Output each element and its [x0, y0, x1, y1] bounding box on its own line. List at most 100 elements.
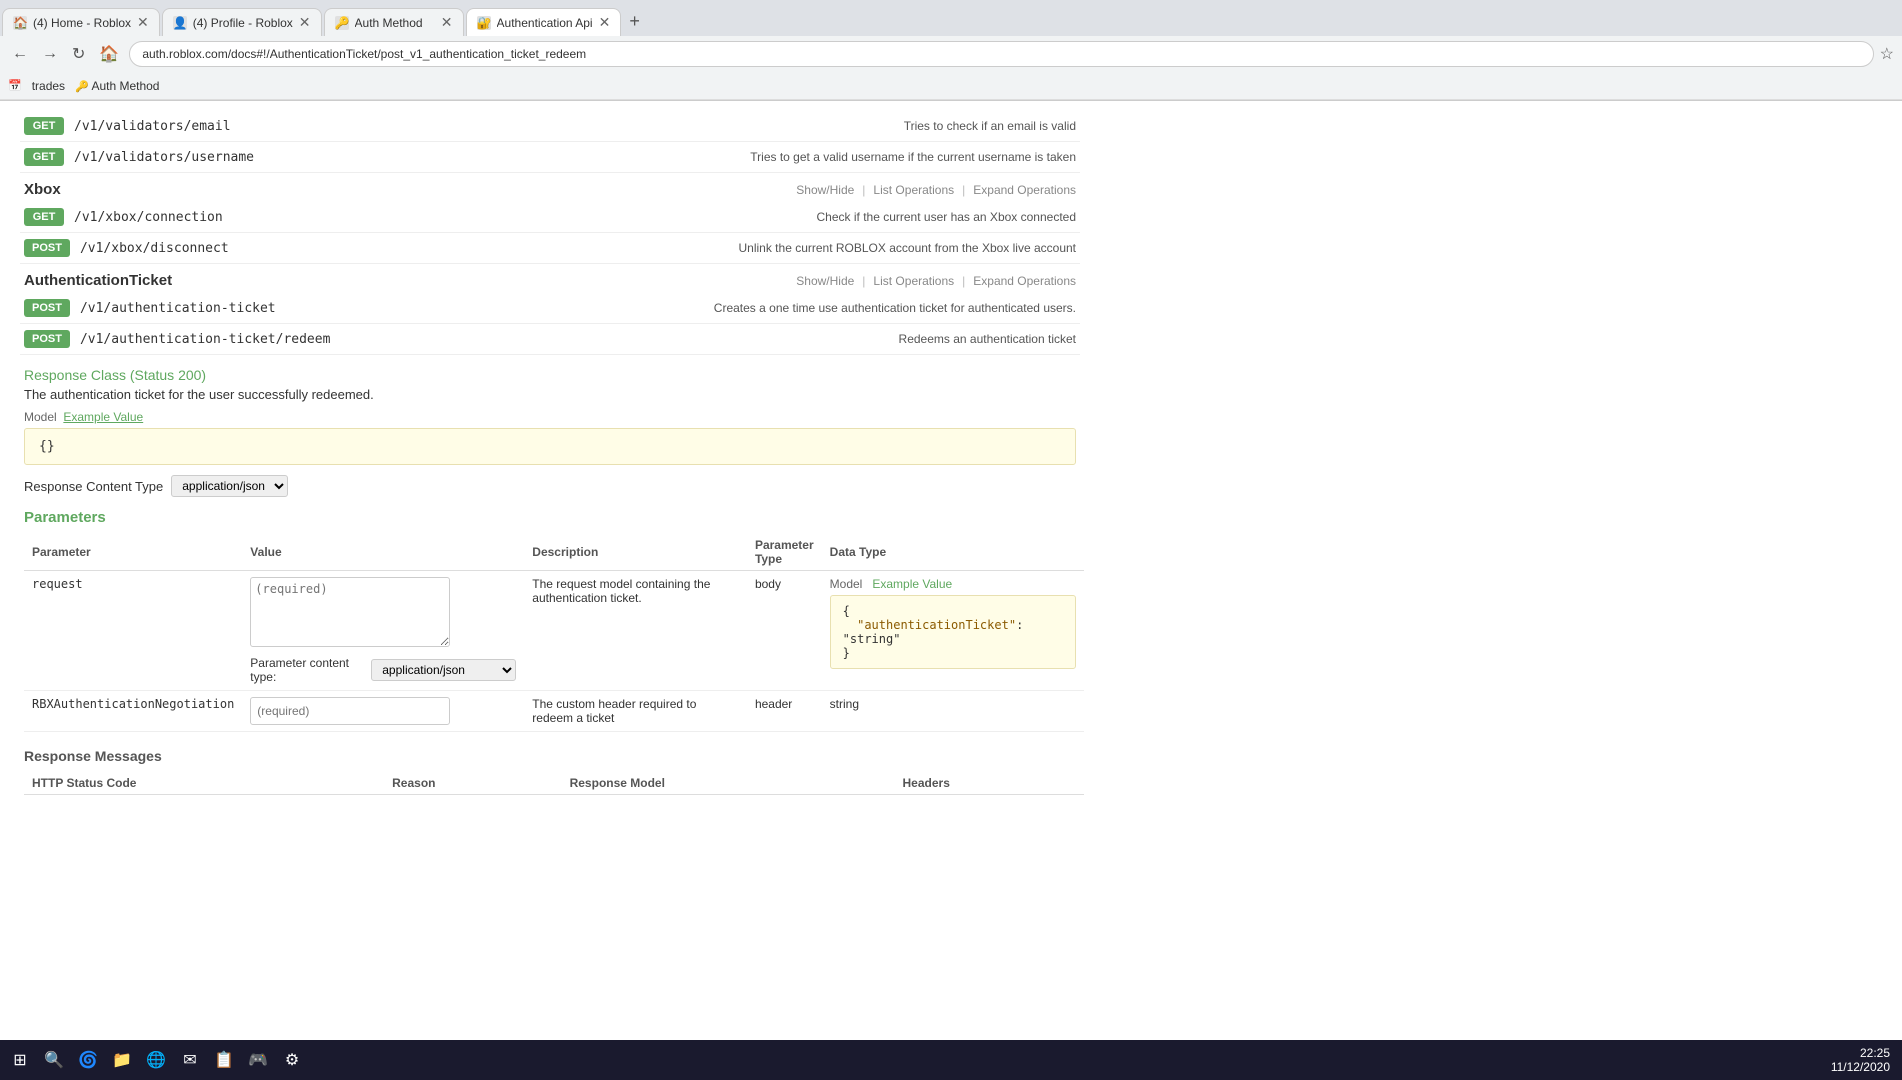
param-row-request: request Parameter content type: applicat…: [24, 571, 1084, 691]
taskbar-cortana-icon[interactable]: 🌀: [72, 1044, 104, 1076]
endpoint-row-validators-email: GET /v1/validators/email Tries to check …: [20, 111, 1080, 142]
tab-home[interactable]: 🏠 (4) Home - Roblox ✕: [2, 8, 160, 36]
param-header-data-type: Data Type: [822, 534, 1084, 571]
param-example-box: { "authenticationTicket": "string" }: [830, 595, 1076, 669]
address-bar-row: ← → ↻ 🏠 ☆: [0, 36, 1902, 72]
example-colon: :: [1016, 618, 1023, 632]
tab-close-profile[interactable]: ✕: [299, 14, 311, 31]
example-value-tab[interactable]: Example Value: [63, 410, 143, 424]
endpoint-row-xbox-disconnect: POST /v1/xbox/disconnect Unlink the curr…: [20, 233, 1080, 264]
bookmark-trades[interactable]: trades: [32, 79, 65, 93]
endpoint-path-auth-ticket[interactable]: /v1/authentication-ticket: [80, 301, 276, 316]
bookmarks-bar: 📅 trades 🔑 Auth Method: [0, 72, 1902, 100]
tab-title-profile: (4) Profile - Roblox: [193, 16, 293, 30]
response-class-title: Response Class (Status 200): [24, 367, 1076, 383]
taskbar-clock: 22:25: [1831, 1046, 1890, 1060]
method-badge-post-auth-ticket[interactable]: POST: [24, 299, 70, 317]
tab-title-auth-method: Auth Method: [355, 16, 435, 30]
new-tab-button[interactable]: +: [621, 7, 648, 36]
param-input-rbx-auth[interactable]: [250, 697, 450, 725]
taskbar-time: 22:25 11/12/2020: [1831, 1046, 1898, 1074]
example-close-brace: }: [843, 646, 850, 660]
method-badge-get-xbox-conn[interactable]: GET: [24, 208, 64, 226]
endpoint-row-validators-username: GET /v1/validators/username Tries to get…: [20, 142, 1080, 173]
taskbar: ⊞ 🔍 🌀 📁 🌐 ✉ 📋 🎮 ⚙ 22:25 11/12/2020: [0, 1040, 1902, 1080]
endpoint-path-validators-email[interactable]: /v1/validators/email: [74, 119, 231, 134]
param-type-rbx-auth: header: [755, 697, 792, 711]
auth-ticket-show-hide[interactable]: Show/Hide: [796, 274, 854, 288]
param-header-description: Description: [524, 534, 747, 571]
taskbar-search-icon[interactable]: 🔍: [38, 1044, 70, 1076]
tab-title-home: (4) Home - Roblox: [33, 16, 131, 30]
response-desc: The authentication ticket for the user s…: [24, 387, 1076, 402]
tab-auth-api[interactable]: 🔐 Authentication Api ✕: [466, 8, 622, 36]
taskbar-explorer-icon[interactable]: 📁: [106, 1044, 138, 1076]
endpoint-row-auth-ticket-redeem: POST /v1/authentication-ticket/redeem Re…: [20, 324, 1080, 355]
param-content-type-row: Parameter content type: application/json…: [250, 656, 516, 684]
auth-ticket-section-header: AuthenticationTicket Show/Hide | List Op…: [20, 264, 1080, 293]
rct-select[interactable]: application/json text/json: [171, 475, 288, 497]
taskbar-start-icon[interactable]: ⊞: [4, 1044, 36, 1076]
taskbar-chrome-icon[interactable]: 🌐: [140, 1044, 172, 1076]
bookmark-star-icon[interactable]: ☆: [1880, 44, 1894, 64]
xbox-expand-ops[interactable]: Expand Operations: [973, 183, 1076, 197]
tab-close-auth-api[interactable]: ✕: [599, 14, 611, 31]
endpoint-path-validators-username[interactable]: /v1/validators/username: [74, 150, 254, 165]
param-content-type-select[interactable]: application/json text/json: [371, 659, 516, 681]
param-model-row: Model Example Value: [830, 577, 1076, 591]
endpoint-path-xbox-conn[interactable]: /v1/xbox/connection: [74, 210, 223, 225]
xbox-show-hide[interactable]: Show/Hide: [796, 183, 854, 197]
tab-favicon-auth-api: 🔐: [477, 16, 491, 30]
taskbar-app3-icon[interactable]: ⚙: [276, 1044, 308, 1076]
taskbar-app1-icon[interactable]: 📋: [208, 1044, 240, 1076]
endpoint-desc-validators-email: Tries to check if an email is valid: [904, 119, 1076, 133]
endpoint-desc-auth-ticket: Creates a one time use authentication ti…: [714, 301, 1076, 315]
taskbar-app2-icon[interactable]: 🎮: [242, 1044, 274, 1076]
param-type-request: body: [755, 577, 781, 591]
endpoint-desc-xbox-conn: Check if the current user has an Xbox co…: [817, 210, 1076, 224]
parameters-title: Parameters: [24, 509, 1076, 526]
back-button[interactable]: ←: [8, 43, 32, 65]
auth-ticket-expand-ops[interactable]: Expand Operations: [973, 274, 1076, 288]
param-example-value-tab[interactable]: Example Value: [872, 577, 952, 591]
xbox-section-header: Xbox Show/Hide | List Operations | Expan…: [20, 173, 1080, 202]
tab-close-auth-method[interactable]: ✕: [441, 14, 453, 31]
auth-ticket-list-ops[interactable]: List Operations: [873, 274, 954, 288]
method-badge-get-username[interactable]: GET: [24, 148, 64, 166]
endpoint-row-auth-ticket: POST /v1/authentication-ticket Creates a…: [20, 293, 1080, 324]
forward-button[interactable]: →: [38, 43, 62, 65]
param-input-request[interactable]: [250, 577, 450, 647]
method-badge-post-xbox-disc[interactable]: POST: [24, 239, 70, 257]
tab-title-auth-api: Authentication Api: [497, 16, 593, 30]
resp-header-status: HTTP Status Code: [24, 772, 384, 795]
tab-auth-method[interactable]: 🔑 Auth Method ✕: [324, 8, 464, 36]
tab-profile[interactable]: 👤 (4) Profile - Roblox ✕: [162, 8, 322, 36]
parameters-table: Parameter Value Description ParameterTyp…: [24, 534, 1084, 732]
refresh-button[interactable]: ↻: [68, 42, 89, 66]
param-row-rbx-auth: RBXAuthenticationNegotiation The custom …: [24, 691, 1084, 732]
response-content-type-row: Response Content Type application/json t…: [24, 475, 1076, 497]
param-desc-rbx-auth: The custom header required to redeem a t…: [532, 697, 696, 725]
model-toggle: Model Example Value: [24, 410, 1076, 424]
endpoint-path-xbox-disc[interactable]: /v1/xbox/disconnect: [80, 241, 229, 256]
tab-favicon-profile: 👤: [173, 16, 187, 30]
taskbar-mail-icon[interactable]: ✉: [174, 1044, 206, 1076]
xbox-list-ops[interactable]: List Operations: [873, 183, 954, 197]
model-label: Model: [24, 410, 57, 424]
endpoint-desc-validators-username: Tries to get a valid username if the cur…: [750, 150, 1076, 164]
address-input[interactable]: [129, 41, 1873, 67]
resp-header-reason: Reason: [384, 772, 561, 795]
auth-ticket-section-links: Show/Hide | List Operations | Expand Ope…: [796, 274, 1076, 288]
param-header-param-type: ParameterType: [747, 534, 822, 571]
bookmark-auth-method[interactable]: 🔑 Auth Method: [75, 79, 159, 93]
response-messages-title: Response Messages: [24, 748, 1076, 764]
param-data-type-rbx-auth: string: [830, 697, 859, 711]
response-code-block: {}: [24, 428, 1076, 465]
home-button[interactable]: 🏠: [95, 42, 123, 66]
method-badge-get-email[interactable]: GET: [24, 117, 64, 135]
example-open-brace: {: [843, 604, 850, 618]
param-header-parameter: Parameter: [24, 534, 242, 571]
tab-close-home[interactable]: ✕: [137, 14, 149, 31]
endpoint-path-auth-ticket-redeem[interactable]: /v1/authentication-ticket/redeem: [80, 332, 330, 347]
method-badge-post-auth-redeem[interactable]: POST: [24, 330, 70, 348]
